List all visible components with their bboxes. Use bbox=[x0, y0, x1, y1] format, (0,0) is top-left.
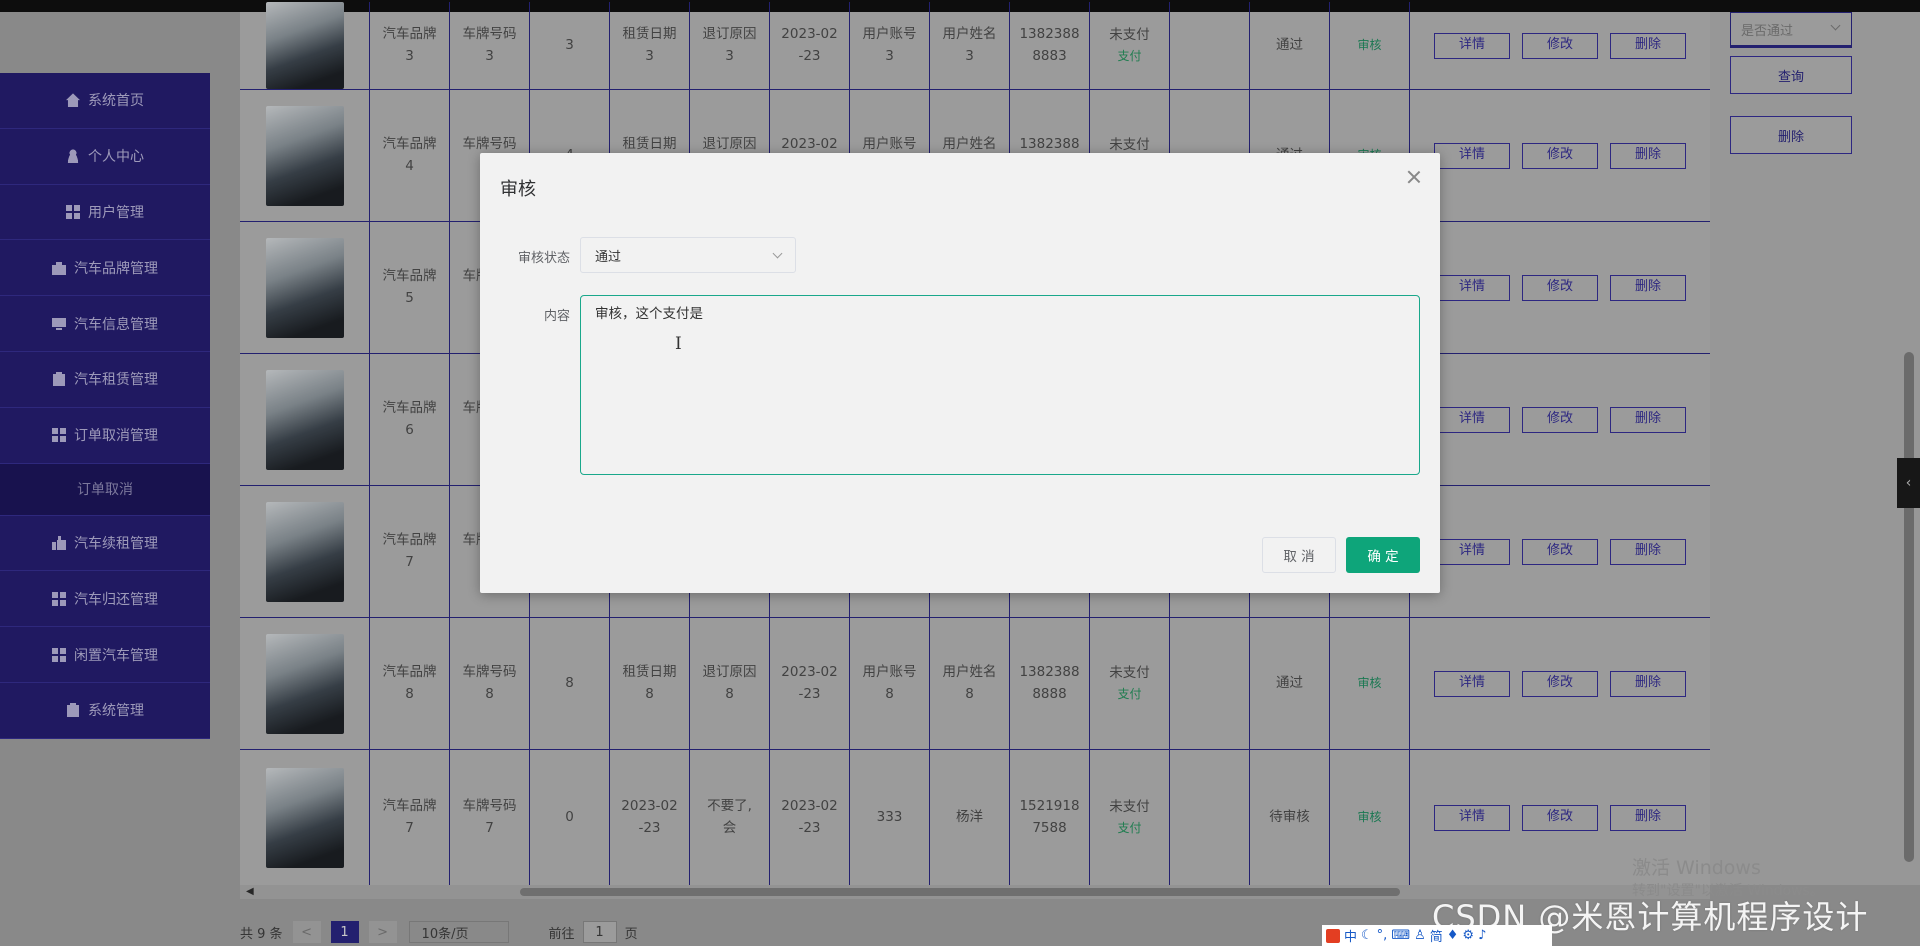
ime-chinese-mode[interactable]: 中 bbox=[1344, 926, 1357, 945]
content-textarea[interactable]: 审核，这个支付是 bbox=[580, 295, 1420, 475]
moon-icon[interactable]: ☾ bbox=[1361, 928, 1373, 943]
cancel-button[interactable]: 取 消 bbox=[1262, 537, 1336, 573]
ime-toolbar: 中 ☾ °, ⌨ ♙ 简 ♦ ⚙ ♪ bbox=[1322, 925, 1552, 946]
status-label: 审核状态 bbox=[517, 251, 570, 266]
close-icon[interactable] bbox=[1406, 169, 1422, 185]
confirm-button[interactable]: 确 定 bbox=[1346, 537, 1420, 573]
chevron-down-icon bbox=[772, 248, 783, 259]
shirt-icon[interactable]: ♦ bbox=[1447, 928, 1459, 943]
keyboard-icon[interactable]: ⌨ bbox=[1391, 928, 1410, 943]
ime-simplified-mode[interactable]: 简 bbox=[1430, 926, 1443, 945]
windows-activation-watermark: 激活 Windows bbox=[1632, 857, 1761, 879]
cancel-label: 取 消 bbox=[1283, 549, 1315, 565]
sogou-logo-icon bbox=[1326, 928, 1340, 943]
gear-icon[interactable]: ⚙ bbox=[1462, 928, 1474, 943]
tiktok-icon[interactable]: ♪ bbox=[1478, 928, 1486, 943]
punct-icon[interactable]: °, bbox=[1377, 928, 1388, 943]
status-value: 通过 bbox=[595, 249, 622, 265]
dialog-title: 审核 bbox=[500, 179, 536, 200]
text-cursor-icon: I bbox=[675, 334, 682, 354]
content-label: 内容 bbox=[543, 309, 570, 324]
audit-dialog: 审核 审核状态 通过 内容 审核，这个支付是 取 消 确 定 bbox=[480, 153, 1440, 593]
person-icon[interactable]: ♙ bbox=[1414, 928, 1426, 943]
confirm-label: 确 定 bbox=[1367, 549, 1399, 565]
audit-status-select[interactable]: 通过 bbox=[580, 237, 796, 273]
